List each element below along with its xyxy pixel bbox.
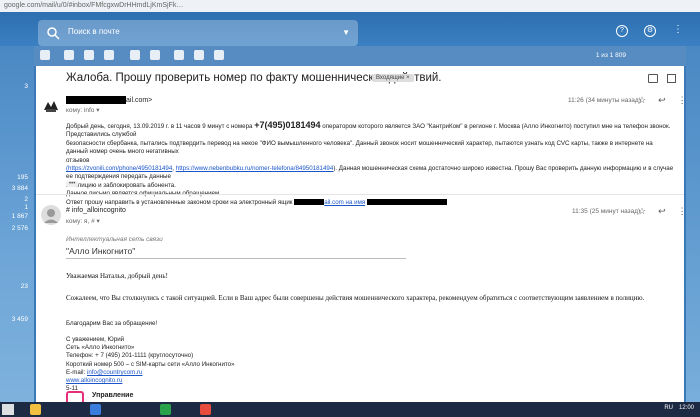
help-icon[interactable]: ? [616,25,628,37]
message-panel: Жалоба. Прошу проверить номер по факту м… [36,66,684,402]
thanks-text: Благодарим Вас за обращение! [66,320,158,327]
sidebar-count: 3 884 [11,185,28,192]
star-icon[interactable]: ☆ [638,95,646,106]
sidebar-count: 23 [20,283,28,290]
more-icon[interactable]: ⋮ [678,95,684,106]
archive-icon[interactable] [64,50,74,60]
sidebar-count: 1 [24,204,28,211]
mail-toolbar: 1 из 1 809 [34,46,686,66]
reply-icon[interactable]: ↩ [658,95,666,106]
sidebar-count: 3 459 [11,316,28,323]
logo-text: Управление [92,392,134,399]
greeting: Уважаемая Наталья, добрый день! [66,272,168,280]
response-text: Сожалеем, что Вы столкнулись с такой сит… [66,294,645,302]
inbox-label[interactable]: Входящие × [372,74,414,82]
explorer-icon[interactable] [30,404,41,415]
avatar [40,204,62,226]
org-divider [66,258,406,259]
message-time: 11:26 (34 минуты назад) [568,97,641,104]
print-icon[interactable] [648,74,658,83]
browser-url-bar[interactable]: google.com/mail/u/0/#inbox/FMfcgxwDrHHmd… [0,0,700,12]
recipient-line[interactable]: кому: info ▾ [66,106,99,114]
sidebar-count: 2 [24,196,28,203]
star-icon[interactable]: ☆ [638,206,646,217]
right-sidebar [686,46,700,402]
search-options-icon[interactable]: ▼ [342,28,350,37]
back-icon[interactable] [40,50,50,60]
recipient-line[interactable]: кому: я, # ▾ [66,217,100,225]
search-input[interactable]: Поиск в почте [68,27,120,36]
message-divider [36,194,684,195]
website-link[interactable]: www.alloincognito.ru [66,377,122,384]
search-bar[interactable]: Поиск в почте ▼ [38,20,358,46]
reply-icon[interactable]: ↩ [658,206,666,217]
start-icon[interactable] [2,404,14,415]
app-icon[interactable] [90,404,101,415]
more-icon[interactable] [214,50,224,60]
pager: 1 из 1 809 [595,52,626,59]
sidebar-count: 195 [17,174,28,181]
language-indicator[interactable]: RU [664,405,673,411]
company-logo-icon [66,391,84,402]
spam-icon[interactable] [84,50,94,60]
reply-email-link[interactable]: ail.com на имя [324,199,365,206]
delete-icon[interactable] [104,50,114,60]
apps-icon[interactable]: ⋮ [672,25,684,37]
settings-icon[interactable]: ⚙ [644,25,656,37]
label-icon[interactable] [194,50,204,60]
windows-taskbar: RU 12:00 [0,402,700,417]
sidebar-count: 2 576 [11,225,28,232]
system-tray: RU 12:00 [664,405,694,411]
open-new-window-icon[interactable] [667,74,676,83]
link-zvonili[interactable]: (https://zvonili.com/phone/4950181494 [66,165,172,172]
sender-name[interactable]: # info_alloincognito [66,207,126,214]
chrome-icon[interactable] [200,404,211,415]
sidebar-count: 3 [24,83,28,90]
message-actions: ☆ ↩ ⋮ [638,95,684,106]
snooze-icon[interactable] [150,50,160,60]
avatar [40,96,62,118]
signature: С уважением, Юрий Сеть «Алло Инкогнито» … [66,336,235,393]
org-tagline: Интеллектуальная сеть связи [66,236,163,243]
left-sidebar [0,46,34,402]
email-link[interactable]: info@countrycom.ru [87,369,142,376]
move-icon[interactable] [174,50,184,60]
search-icon [47,27,60,40]
more-icon[interactable]: ⋮ [678,206,684,217]
app-icon[interactable] [160,404,171,415]
show-trimmed-button[interactable]: ••• [66,181,79,187]
link-nebenbubku[interactable]: https://www.nebenbubku.ru/nomer-telefona… [176,165,334,172]
sidebar-count: 1 867 [11,213,28,220]
header-icons: ? ⚙ ⋮ [616,25,684,37]
org-name: "Алло Инкогнито" [66,246,136,256]
mark-unread-icon[interactable] [130,50,140,60]
message-time: 11:35 (25 минут назад) [572,208,641,215]
sender-email[interactable]: ail.com> [66,96,152,104]
caller-phone: +7(495)0181494 [254,120,321,130]
message-actions: ☆ ↩ ⋮ [638,206,684,217]
clock[interactable]: 12:00 [679,405,694,411]
